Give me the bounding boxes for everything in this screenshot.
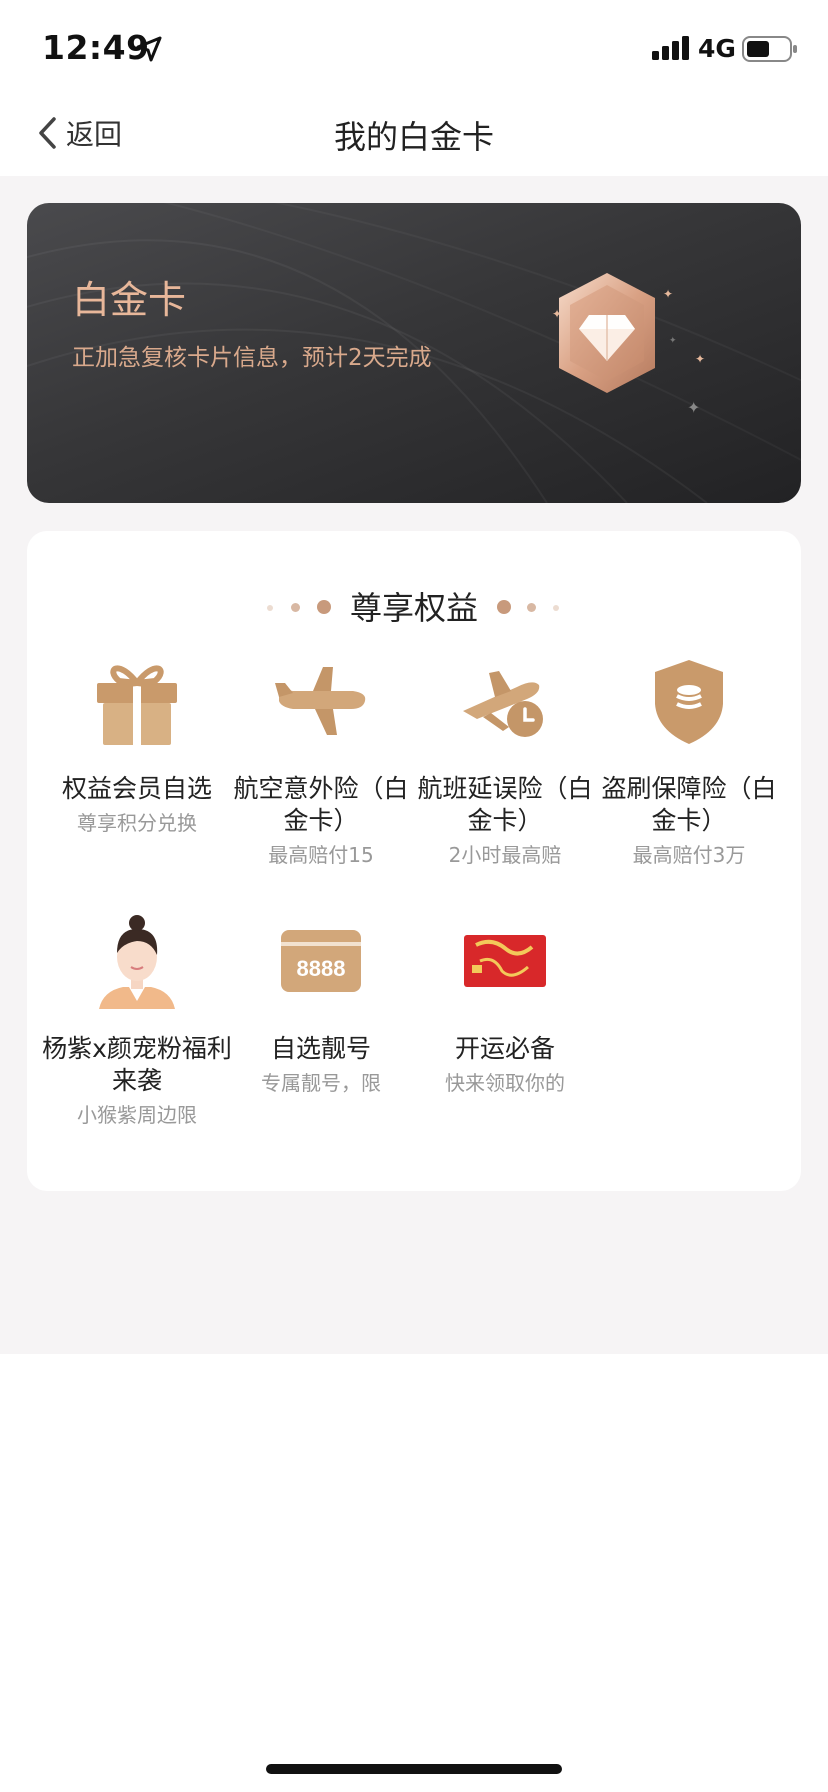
svg-text:✦: ✦ [687,398,700,417]
section-header: 尊享权益 [27,583,801,633]
benefit-title: 盗刷保障险（白金卡） [601,774,777,835]
shield-coins-icon [639,651,739,751]
benefit-subtitle: 快来领取你的 [445,1071,565,1095]
location-arrow-icon [136,36,162,62]
airplane-icon [271,651,371,751]
benefit-item-member[interactable]: 权益会员自选 尊享积分兑换 [45,651,229,835]
benefits-panel: 尊享权益 权益会员自选 尊享积分兑换 航空意外险（白金卡） 最高赔付15 航班延… [27,531,801,1191]
decor-dot [497,600,511,614]
card-status: 正加急复核卡片信息，预计2天完成 [72,345,432,371]
svg-text:✦: ✦ [695,352,705,366]
card-name: 白金卡 [72,278,187,322]
svg-text:✦: ✦ [669,336,677,346]
benefit-subtitle: 尊享积分兑换 [77,811,197,835]
benefit-item-yangzi[interactable]: 杨紫x颜宠粉福利来袭 小猴紫周边限 [42,911,232,1127]
benefit-subtitle: 2小时最高赔 [448,843,562,867]
benefit-item-air-accident[interactable]: 航空意外险（白金卡） 最高赔付15 [229,651,413,867]
benefit-title: 权益会员自选 [61,774,212,803]
benefit-subtitle: 小猴紫周边限 [77,1103,197,1127]
benefit-title: 自选靓号 [270,1034,371,1063]
benefit-subtitle: 最高赔付3万 [632,843,746,867]
gift-icon [87,651,187,751]
benefit-title: 杨紫x颜宠粉福利来袭 [42,1034,232,1095]
benefit-item-flight-delay[interactable]: 航班延误险（白金卡） 2小时最高赔 [413,651,597,867]
benefit-subtitle: 专属靓号，限 [261,1071,381,1095]
avatar-photo-icon [87,911,187,1011]
svg-text:✦: ✦ [663,287,673,301]
benefit-title: 航空意外险（白金卡） [233,774,409,835]
card-banner[interactable]: 白金卡 正加急复核卡片信息，预计2天完成 ✦ ✦ ✦ ✦ ✦ [27,203,801,503]
benefit-item-pick-number[interactable]: 8888 自选靓号 专属靓号，限 [229,911,413,1095]
diamond-badge-icon: ✦ ✦ ✦ ✦ ✦ ✦ ✦ ✦ ✦ ✦ [552,273,705,417]
decor-dot [553,605,559,611]
page: 12:49 4G 返回 我的白金卡 白金卡 正加急复核卡片信息，预计2天完成 ✦… [0,0,828,1792]
page-title: 我的白金卡 [333,118,494,156]
plane-delay-icon [455,651,555,751]
battery-icon [742,36,797,62]
benefit-title: 航班延误险（白金卡） [417,774,593,835]
status-bar: 12:49 4G [0,0,828,90]
status-time: 12:49 [42,28,150,67]
home-indicator[interactable] [266,1764,562,1774]
benefit-title: 开运必备 [454,1034,555,1063]
nav-bar: 返回 我的白金卡 [0,90,828,176]
red-card-icon [455,911,555,1011]
signal-bars-icon [652,36,689,60]
decor-dot [527,603,536,612]
number-card-text: 8888 [297,956,346,981]
benefit-subtitle: 最高赔付15 [268,843,374,867]
network-label: 4G [698,34,736,63]
section-title: 尊享权益 [349,589,478,627]
number-card-icon: 8888 [271,911,371,1011]
benefit-item-fraud-protection[interactable]: 盗刷保障险（白金卡） 最高赔付3万 [597,651,781,867]
benefit-item-good-luck[interactable]: 开运必备 快来领取你的 [413,911,597,1095]
